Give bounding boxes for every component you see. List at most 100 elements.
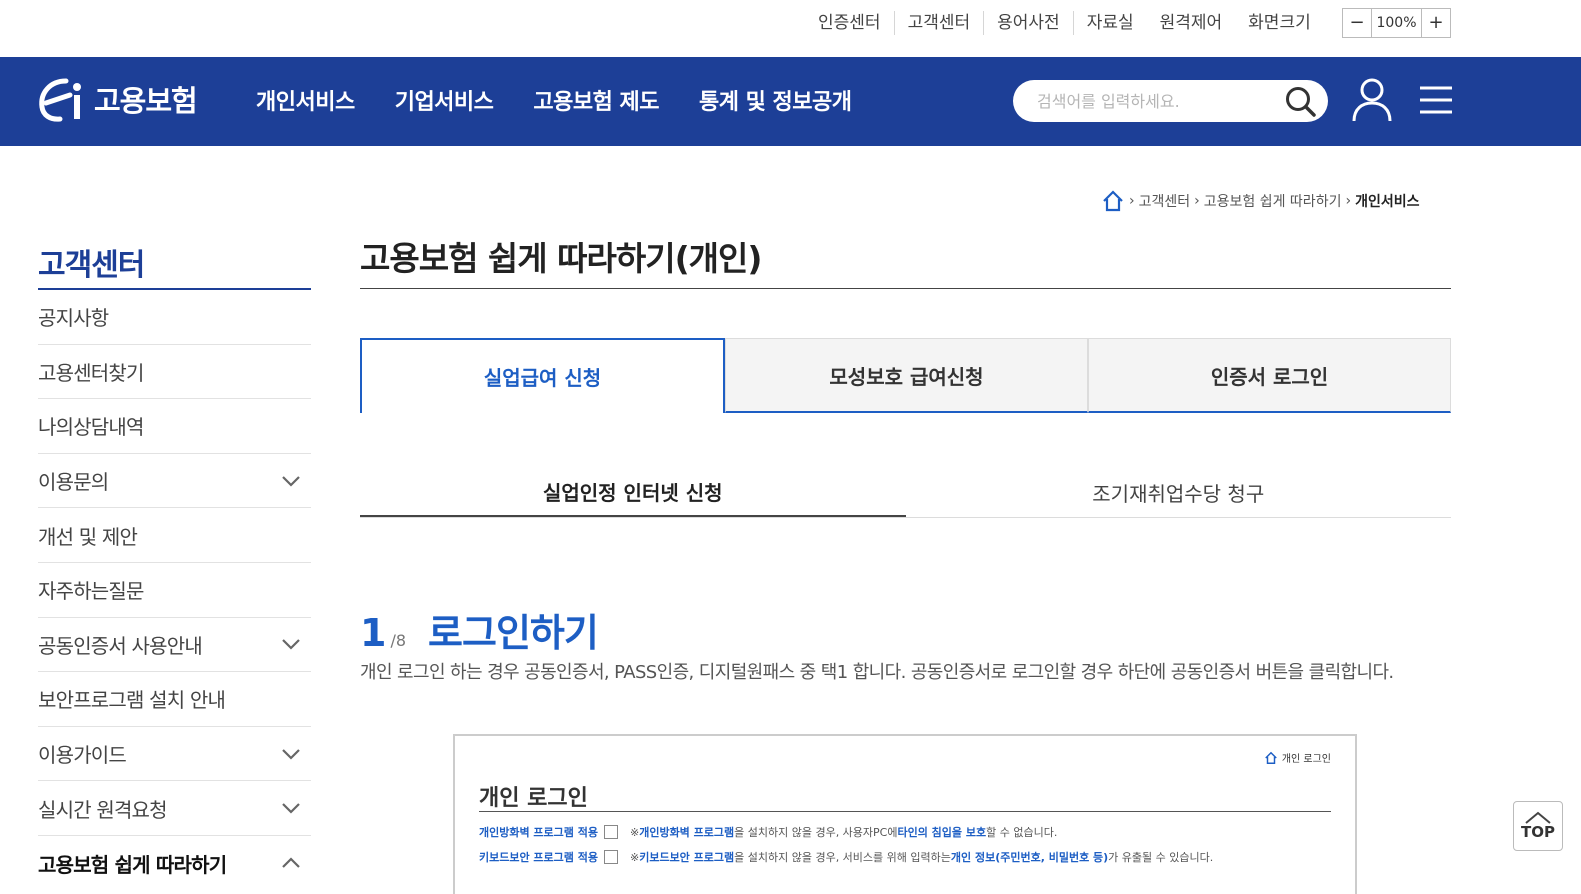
step-title: 로그인하기 [428,611,599,655]
screenshot-title: 개인 로그인 [479,780,1331,812]
sidebar-item-suggestion[interactable]: 개선 및 제안 [38,508,311,563]
main-menu: 개인서비스 기업서비스 고용보험 제도 통계 및 정보공개 [256,84,892,116]
zoom-control: − 100% + [1342,8,1451,38]
main-content: 고용보험 쉽게 따라하기(개인) 실업급여 신청 모성보호 급여신청 인증서 로… [360,232,1451,894]
sidebar-item-remote-request[interactable]: 실시간 원격요청 [38,781,311,836]
sidebar-item-label: 고용센터찾기 [38,360,144,385]
search-icon[interactable] [1284,85,1318,119]
menu-item-system[interactable]: 고용보험 제도 [533,84,659,116]
chevron-up-icon [282,857,300,869]
menu-item-stats[interactable]: 통계 및 정보공개 [699,84,852,116]
chevron-down-icon [282,803,300,814]
util-link-glossary[interactable]: 용어사전 [983,11,1073,35]
sidebar-item-inquiry[interactable]: 이용문의 [38,454,311,509]
breadcrumb-item[interactable]: 고용보험 쉽게 따라하기 [1204,191,1342,211]
chevron-down-icon [282,475,300,487]
logo-icon [39,78,81,122]
screenshot-row-keyboard: 키보드보안 프로그램 적용 ※ 키보드보안 프로그램 을 설치하지 않을 경우, … [479,849,1213,865]
note-highlight: 개인 정보(주민번호, 비밀번호 등) [950,851,1109,864]
breadcrumb-current: 개인서비스 [1355,194,1420,210]
sub-tabs: 실업인정 인터넷 신청 조기재취업수당 청구 [360,468,1451,518]
user-icon[interactable] [1351,77,1393,123]
chevron-right-icon: › [1345,193,1352,209]
sidebar-item-label: 공동인증서 사용안내 [38,633,203,658]
main-header: 고용보험 개인서비스 기업서비스 고용보험 제도 통계 및 정보공개 [0,57,1581,146]
tab-unemployment[interactable]: 실업급여 신청 [360,338,725,413]
sidebar-item-label: 보안프로그램 설치 안내 [38,688,226,713]
chevron-down-icon [282,639,300,650]
utility-links: 인증센터 고객센터 용어사전 자료실 원격제어 화면크기 [818,11,1324,35]
note-prefix: ※ [629,850,640,864]
step-description: 개인 로그인 하는 경우 공동인증서, PASS인증, 디지털원패스 중 택1 … [360,662,1394,683]
note-text: 가 유출될 수 있습니다. [1108,851,1214,864]
screenshot-breadcrumb-label: 개인 로그인 [1281,754,1331,765]
page-title: 고용보험 쉽게 따라하기(개인) [360,232,1451,289]
menu-item-business[interactable]: 기업서비스 [395,84,494,116]
note-text: 을 설치하지 않을 경우, 서비스를 위해 입력하는 [734,851,951,864]
sidebar-item-faq[interactable]: 자주하는질문 [38,563,311,618]
sidebar-item-label: 이용문의 [38,470,109,495]
logo-text: 고용보험 [94,84,198,118]
row-label: 개인방화벽 프로그램 적용 [479,826,598,839]
chevron-right-icon: › [1129,193,1135,209]
util-label-zoom: 화면크기 [1248,13,1311,33]
note-highlight: 키보드보안 프로그램 [639,851,735,864]
zoom-out-button[interactable]: − [1343,9,1371,37]
chevron-down-icon [282,748,300,760]
sidebar-item-my-consult[interactable]: 나의상담내역 [38,399,311,454]
util-link-remote[interactable]: 원격제어 [1147,11,1236,35]
checkbox [603,825,618,839]
subtab-early-reemploy[interactable]: 조기재취업수당 청구 [906,468,1452,517]
breadcrumb: › 고객센터 › 고용보험 쉽게 따라하기 › 개인서비스 [1101,189,1419,213]
sidebar-item-label: 자주하는질문 [38,579,144,604]
sidebar-item-notice[interactable]: 공지사항 [38,290,311,345]
checkbox [603,850,618,864]
note-highlight: 타인의 침입을 보호 [897,826,987,839]
note-text: 을 설치하지 않을 경우, 사용자PC에 [734,826,898,839]
sidebar-item-security-install[interactable]: 보안프로그램 설치 안내 [38,672,311,727]
search-box [1013,80,1328,122]
sidebar-item-label: 공지사항 [38,306,109,331]
scroll-top-label: TOP [1521,823,1555,841]
main-tabs: 실업급여 신청 모성보호 급여신청 인증서 로그인 [360,338,1451,413]
utility-bar: 인증센터 고객센터 용어사전 자료실 원격제어 화면크기 − 100% + [0,0,1581,57]
row-label: 키보드보안 프로그램 적용 [479,851,598,864]
step-heading: 1 /8 로그인하기 [360,602,599,657]
sidebar: 고객센터 공지사항 고용센터찾기 나의상담내역 이용문의 개선 및 제안 자주하… [38,236,311,891]
home-icon [1265,751,1277,764]
util-link-cert[interactable]: 인증센터 [818,11,894,35]
scroll-top-button[interactable]: TOP [1513,801,1563,851]
sidebar-item-cert-guide[interactable]: 공동인증서 사용안내 [38,618,311,673]
site-logo[interactable]: 고용보험 [36,73,198,125]
subtab-online-apply[interactable]: 실업인정 인터넷 신청 [360,468,906,517]
tab-maternity[interactable]: 모성보호 급여신청 [725,338,1088,413]
breadcrumb-item[interactable]: 고객센터 [1139,191,1191,211]
sidebar-item-label: 개선 및 제안 [38,524,138,549]
sidebar-title: 고객센터 [38,236,311,290]
sidebar-item-easy-follow[interactable]: 고용보험 쉽게 따라하기 [38,836,311,891]
screenshot-row-firewall: 개인방화벽 프로그램 적용 ※ 개인방화벽 프로그램 을 설치하지 않을 경우, … [479,824,1057,840]
hamburger-icon[interactable] [1419,84,1453,118]
zoom-in-button[interactable]: + [1422,9,1450,37]
note-highlight: 개인방화벽 프로그램 [639,826,735,839]
sidebar-item-usage-guide[interactable]: 이용가이드 [38,727,311,782]
home-icon[interactable] [1101,189,1125,213]
util-link-customer[interactable]: 고객센터 [893,11,984,35]
sidebar-item-label: 나의상담내역 [38,415,144,440]
sidebar-item-label: 실시간 원격요청 [38,797,168,822]
search-input[interactable] [1037,88,1277,114]
step-number: 1 [360,611,387,655]
tab-cert-login[interactable]: 인증서 로그인 [1088,338,1451,413]
zoom-value: 100% [1371,9,1422,37]
screenshot-breadcrumb: 개인 로그인 [1264,750,1331,765]
sidebar-item-label: 이용가이드 [38,743,127,768]
sidebar-item-find-center[interactable]: 고용센터찾기 [38,345,311,400]
sidebar-item-label: 고용보험 쉽게 따라하기 [38,852,227,877]
chevron-right-icon: › [1194,193,1200,209]
note-prefix: ※ [629,825,640,839]
step-total: /8 [390,631,407,650]
menu-item-personal[interactable]: 개인서비스 [256,84,355,116]
guide-screenshot: 개인 로그인 개인 로그인 개인방화벽 프로그램 적용 ※ 개인방화벽 프로그램… [453,734,1357,894]
note-text: 할 수 없습니다. [986,826,1058,839]
util-link-archive[interactable]: 자료실 [1072,11,1147,35]
